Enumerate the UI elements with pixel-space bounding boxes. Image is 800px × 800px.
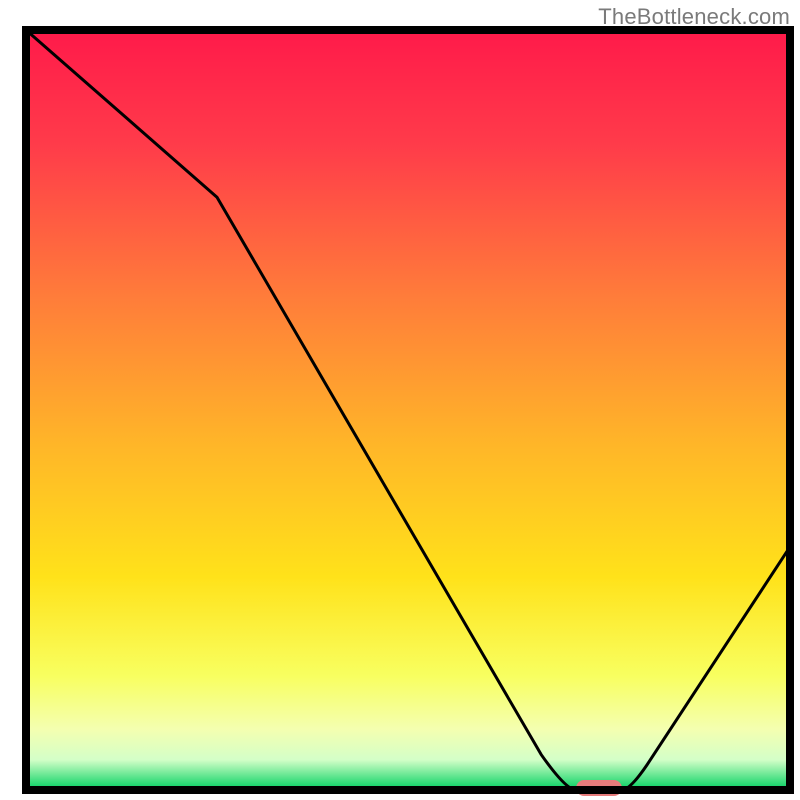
plot-background	[26, 30, 790, 790]
watermark-text: TheBottleneck.com	[598, 4, 790, 30]
bottleneck-chart: TheBottleneck.com	[0, 0, 800, 800]
chart-svg	[0, 0, 800, 800]
